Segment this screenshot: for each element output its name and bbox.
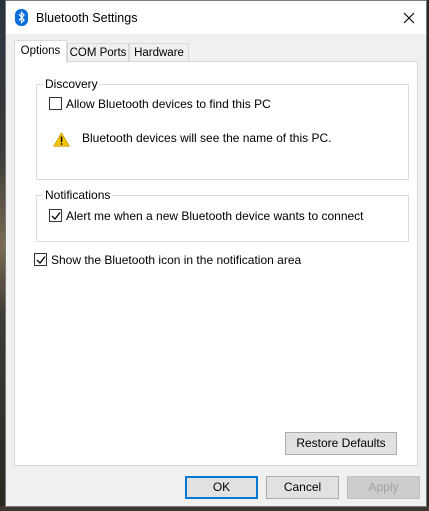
apply-button[interactable]: Apply — [347, 476, 420, 499]
checkmark-icon — [36, 256, 46, 264]
close-button[interactable] — [398, 7, 420, 29]
checkmark-icon — [51, 212, 61, 220]
allow-find-label: Allow Bluetooth devices to find this PC — [66, 97, 271, 111]
allow-find-checkbox[interactable] — [49, 97, 62, 110]
alert-new-checkbox[interactable] — [49, 209, 62, 222]
close-icon — [403, 12, 415, 24]
title-bar[interactable]: Bluetooth Settings — [6, 1, 426, 34]
notifications-legend: Notifications — [43, 188, 113, 202]
alert-new-label: Alert me when a new Bluetooth device wan… — [66, 209, 364, 223]
discovery-legend: Discovery — [43, 77, 100, 91]
bluetooth-icon — [15, 9, 28, 26]
cancel-button[interactable]: Cancel — [266, 476, 339, 499]
tab-com-ports[interactable]: COM Ports — [67, 43, 129, 62]
warning-icon — [53, 132, 70, 147]
options-panel: Discovery Allow Bluetooth devices to fin… — [14, 61, 418, 466]
restore-defaults-button[interactable]: Restore Defaults — [285, 432, 397, 455]
warning-text: Bluetooth devices will see the name of t… — [82, 131, 332, 145]
allow-find-checkbox-row[interactable]: Allow Bluetooth devices to find this PC — [49, 97, 349, 113]
show-icon-label: Show the Bluetooth icon in the notificat… — [51, 253, 302, 267]
bluetooth-settings-dialog: Bluetooth Settings Options COM Ports Har… — [5, 0, 427, 507]
tab-options[interactable]: Options — [14, 40, 67, 63]
alert-new-checkbox-row[interactable]: Alert me when a new Bluetooth device wan… — [49, 209, 389, 225]
tab-hardware[interactable]: Hardware — [129, 43, 189, 62]
window-title: Bluetooth Settings — [36, 11, 138, 25]
ok-button[interactable]: OK — [185, 476, 258, 499]
discovery-group: Discovery Allow Bluetooth devices to fin… — [36, 77, 409, 180]
show-icon-checkbox-row[interactable]: Show the Bluetooth icon in the notificat… — [34, 253, 334, 269]
show-icon-checkbox[interactable] — [34, 253, 47, 266]
notifications-group: Notifications Alert me when a new Blueto… — [36, 188, 409, 242]
